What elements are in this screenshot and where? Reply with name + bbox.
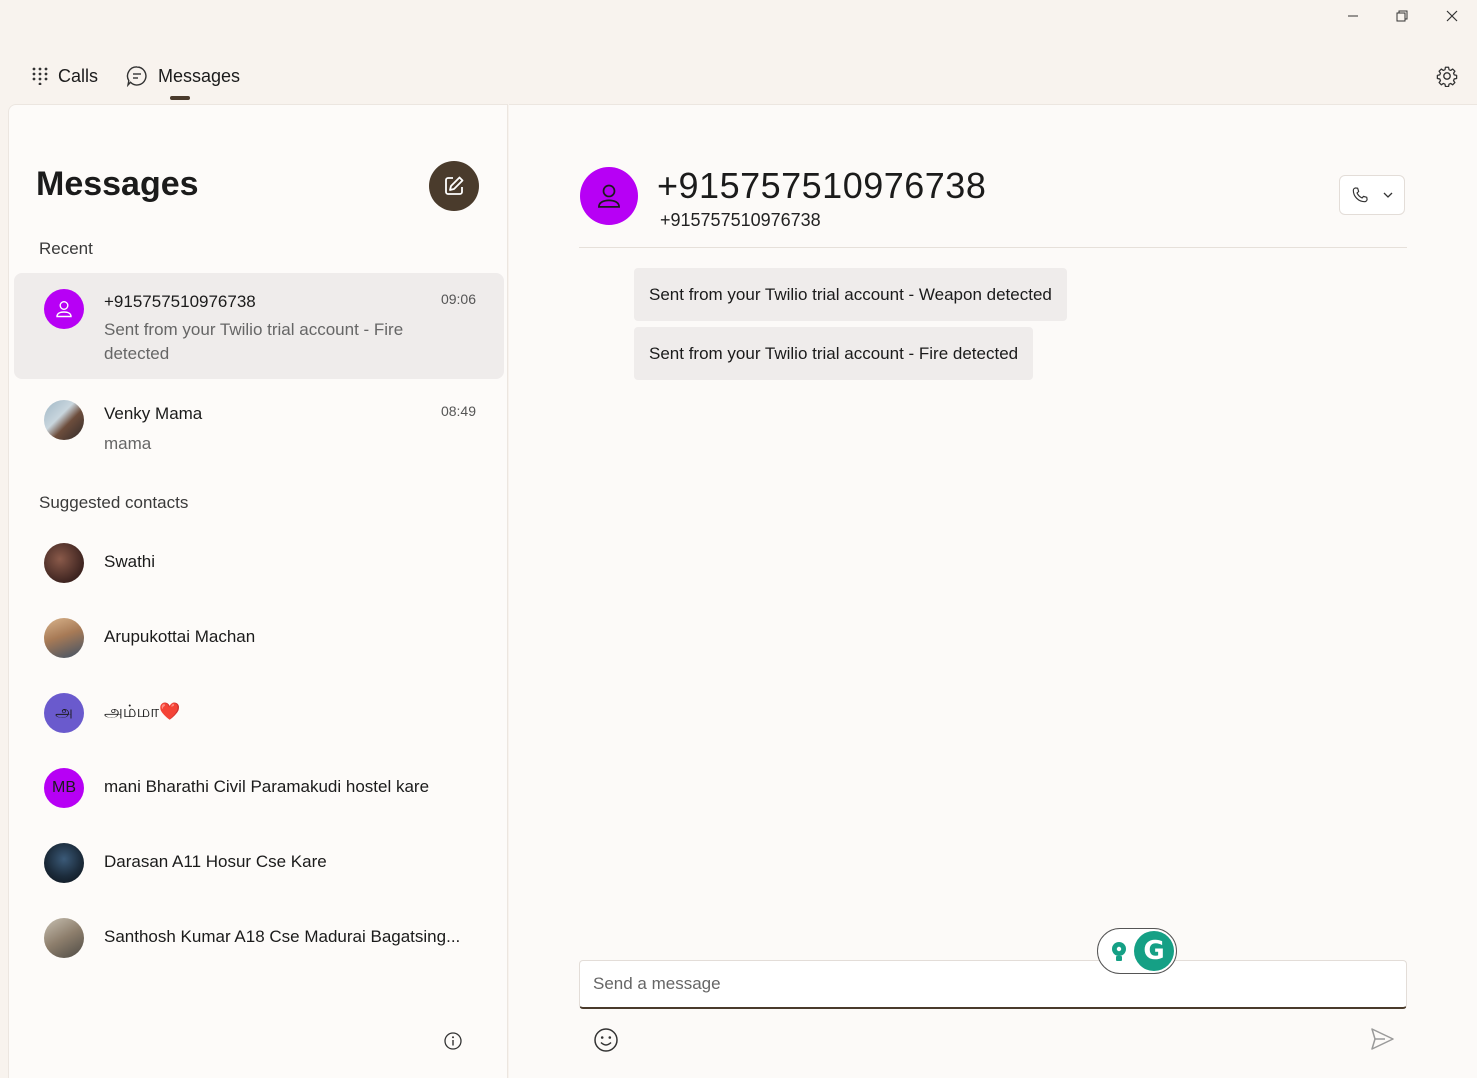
minimize-button[interactable] [1329,0,1377,32]
avatar-initial: அ [55,704,73,721]
conversation-item[interactable]: +915757510976738 09:06 Sent from your Tw… [14,273,504,379]
conversation-time: 09:06 [440,291,476,307]
chat-avatar [580,167,638,225]
restore-icon [1396,10,1408,22]
header-divider [579,247,1407,248]
contact-item[interactable]: Darasan A11 Hosur Cse Kare [44,843,504,883]
top-nav: Calls Messages [24,58,248,100]
tab-calls-label: Calls [58,65,99,86]
grammarly-icon: G [1134,931,1174,971]
chat-title: +915757510976738 [657,165,987,206]
info-icon [444,1032,462,1050]
contact-item[interactable]: Santhosh Kumar A18 Cse Madurai Bagatsing… [44,918,504,958]
info-button[interactable] [443,1031,463,1051]
gear-icon [1436,66,1458,87]
tab-messages[interactable]: Messages [118,58,248,100]
send-button[interactable] [1369,1026,1395,1052]
emoji-icon [594,1028,618,1052]
chat-subtitle: +915757510976738 [660,210,821,230]
avatar [44,400,84,440]
send-icon [1371,1028,1394,1050]
contact-name: அம்மா❤️ [104,702,181,721]
recent-section-label: Recent [39,239,93,258]
message-bubble: Sent from your Twilio trial account - Fi… [634,327,1034,380]
grammarly-widget[interactable]: G [1097,928,1177,974]
close-icon [1446,10,1458,22]
contact-item[interactable]: அ அம்மா❤️ [44,693,504,733]
contact-name: Santhosh Kumar A18 Cse Madurai Bagatsing… [104,927,461,946]
avatar [44,543,84,583]
contact-item[interactable]: Arupukottai Machan [44,618,504,658]
person-icon [56,301,72,318]
contact-name: Darasan A11 Hosur Cse Kare [104,852,327,871]
contact-name: Swathi [104,552,156,571]
chat-bubble-icon [126,66,147,87]
conversation-preview: Sent from your Twilio trial account - Fi… [104,320,404,363]
contact-name: Arupukottai Machan [104,627,256,646]
conversation-item[interactable]: Venky Mama 08:49 mama [14,385,504,475]
person-icon [598,184,620,208]
restore-button[interactable] [1378,0,1426,32]
conversation-list-panel: Messages Recent +915757510976738 09:06 S… [8,104,508,1078]
minimize-icon [1348,15,1358,17]
message-input[interactable] [580,961,1406,1007]
panel-title: Messages [36,165,199,203]
avatar [44,918,84,958]
conversation-time: 08:49 [440,403,476,419]
avatar [44,618,84,658]
dialpad-icon [32,67,48,85]
contact-name: mani Bharathi Civil Paramakudi hostel ka… [104,777,430,796]
avatar-initial: MB [52,779,76,796]
phone-icon [1352,187,1368,203]
contact-item[interactable]: Swathi [44,543,504,583]
conversation-name: +915757510976738 [104,292,256,311]
compose-icon [445,176,464,195]
conversation-preview: mama [104,434,152,453]
conversation-name: Venky Mama [104,404,203,423]
avatar: அ [44,693,84,733]
new-message-button[interactable] [429,161,479,211]
call-button[interactable] [1339,175,1405,215]
message-input-container [579,960,1407,1009]
close-button[interactable] [1428,0,1476,32]
message-bubble: Sent from your Twilio trial account - We… [634,268,1067,321]
tab-messages-label: Messages [158,65,241,86]
emoji-button[interactable] [593,1027,619,1053]
tab-calls[interactable]: Calls [24,58,106,94]
avatar: MB [44,768,84,808]
lightbulb-icon [1112,942,1126,961]
suggested-section-label: Suggested contacts [39,493,189,512]
chat-panel: +915757510976738 +915757510976738 Sent f… [509,104,1477,1078]
chevron-down-icon [1383,192,1393,198]
contact-item[interactable]: MB mani Bharathi Civil Paramakudi hostel… [44,768,504,808]
settings-button[interactable] [1433,62,1461,90]
avatar [44,843,84,883]
avatar [44,289,84,329]
